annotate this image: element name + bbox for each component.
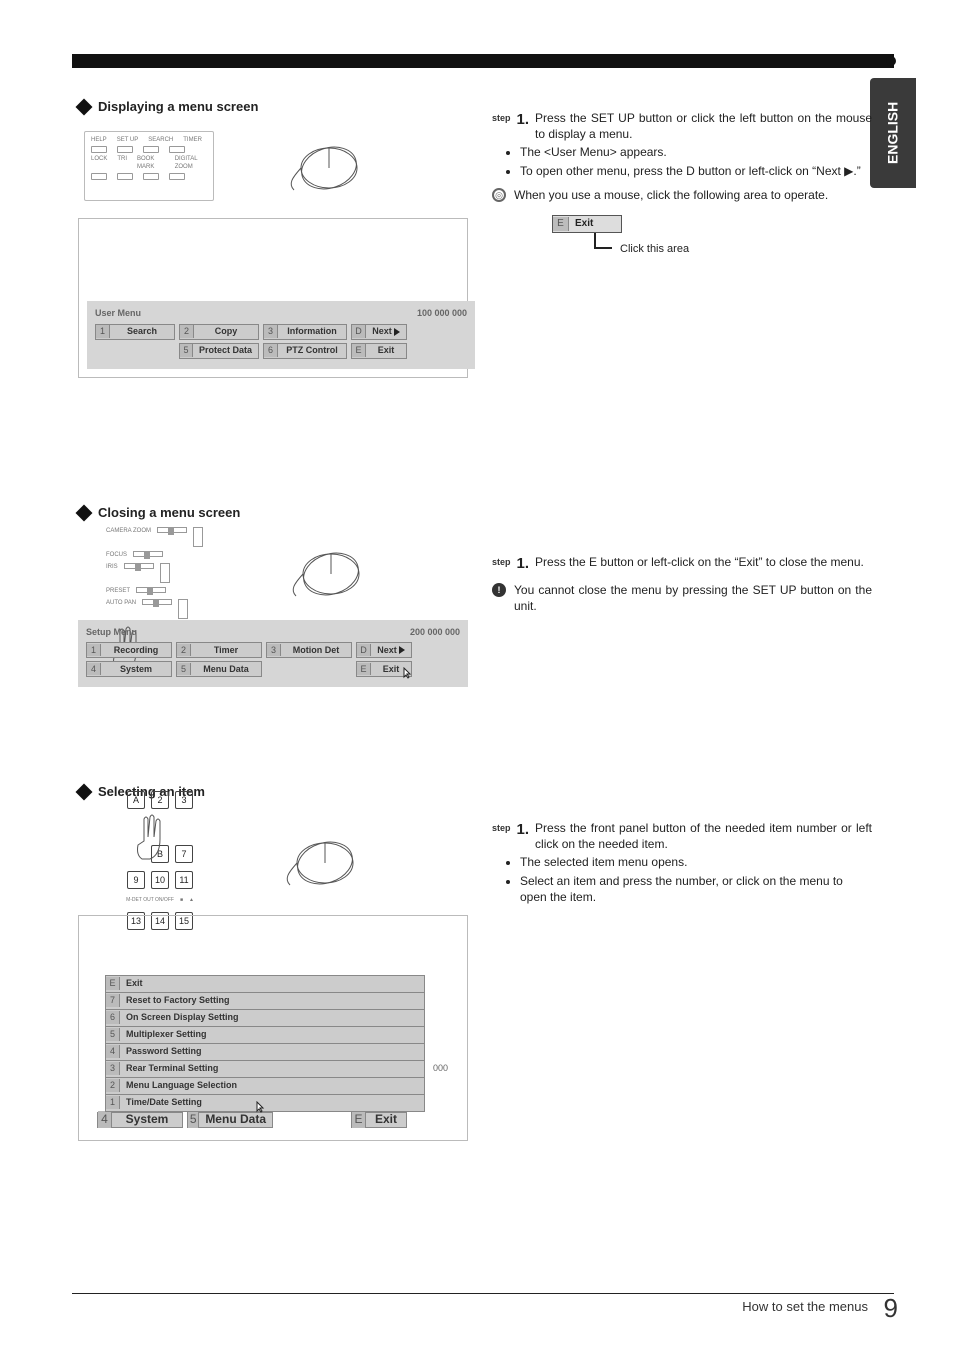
step-bullets: The selected item menu opens. Select an … bbox=[520, 854, 872, 905]
section1-title: Displaying a menu screen bbox=[98, 98, 258, 116]
menu-item[interactable]: 5Menu Data bbox=[176, 661, 262, 677]
step-number: 1. bbox=[517, 110, 530, 142]
menu-item[interactable]: 3Motion Det bbox=[266, 642, 352, 658]
menu-item[interactable]: 7Reset to Factory Setting bbox=[105, 992, 425, 1010]
step-text: Press the E button or left-click on the … bbox=[535, 554, 872, 574]
step-number: 1. bbox=[517, 820, 530, 852]
illustration-controls-mouse: CAMERA ZOOM FOCUS IRIS PRESET AUTO PAN bbox=[78, 530, 468, 620]
setup-menu-panel: Setup Menu 200 000 000 1Recording 2Timer… bbox=[78, 620, 468, 687]
footer-text: How to set the menus bbox=[742, 1298, 868, 1316]
cascading-menu-box: EExit 7Reset to Factory Setting 6On Scre… bbox=[78, 915, 468, 1141]
menu-item[interactable]: 4Password Setting bbox=[105, 1043, 425, 1061]
step-label: step bbox=[492, 820, 511, 852]
diamond-icon bbox=[76, 98, 93, 115]
menu-item[interactable]: 2Timer bbox=[176, 642, 262, 658]
cursor-icon bbox=[403, 667, 413, 679]
hand-icon bbox=[130, 811, 170, 865]
section-selecting-right: step 1. Press the front panel button of … bbox=[492, 820, 872, 911]
step-label: step bbox=[492, 110, 511, 142]
next-icon bbox=[399, 646, 405, 654]
ptz-control-sketch: CAMERA ZOOM FOCUS IRIS PRESET AUTO PAN bbox=[106, 527, 236, 617]
illustration-keypad-mouse: A23 B7 91011 M-DET OUT ON/OFF■▲ 131415 bbox=[78, 809, 468, 899]
section-selecting-left: Selecting an item A23 B7 91011 M-DET OUT… bbox=[78, 783, 468, 1141]
remote-control-sketch: HELP SET UP SEARCH TIMER LOCK TRI BOOK M… bbox=[84, 131, 214, 201]
mouse-icon bbox=[286, 544, 366, 600]
menu-item[interactable]: 6PTZ Control bbox=[263, 343, 347, 359]
warning-icon: ! bbox=[492, 583, 506, 597]
diamond-icon bbox=[76, 504, 93, 521]
illustration-remote-mouse: HELP SET UP SEARCH TIMER LOCK TRI BOOK M… bbox=[78, 124, 468, 214]
section-displaying-left: Displaying a menu screen HELP SET UP SEA… bbox=[78, 98, 468, 378]
popup-code: 000 bbox=[433, 1062, 448, 1074]
menu-item[interactable]: 4System bbox=[86, 661, 172, 677]
setup-menu-code: 200 000 000 bbox=[410, 626, 460, 638]
diamond-icon bbox=[76, 783, 93, 800]
info-icon: ◎ bbox=[492, 188, 506, 202]
menu-item[interactable]: 5Multiplexer Setting bbox=[105, 1026, 425, 1044]
step-text: Press the SET UP button or click the lef… bbox=[535, 110, 872, 142]
user-menu-title: User Menu bbox=[95, 307, 141, 319]
menu-item[interactable]: 1Time/Date Setting bbox=[105, 1094, 425, 1112]
menu-item-exit[interactable]: EExit bbox=[356, 661, 412, 677]
mouse-icon bbox=[284, 138, 364, 194]
menu-item[interactable]: 4System bbox=[97, 1112, 183, 1128]
menu-item[interactable]: 1Recording bbox=[86, 642, 172, 658]
menu-item[interactable]: 1Search bbox=[95, 324, 175, 340]
step-bullets: The <User Menu> appears. To open other m… bbox=[520, 144, 872, 178]
menu-item-exit[interactable]: EExit bbox=[351, 1112, 407, 1128]
menu-item[interactable]: 3Information bbox=[263, 324, 347, 340]
menu-item-exit[interactable]: EExit bbox=[351, 343, 407, 359]
user-menu-code: 100 000 000 bbox=[417, 307, 467, 319]
keypad-sketch: A23 B7 91011 M-DET OUT ON/OFF■▲ 131415 bbox=[100, 791, 220, 930]
user-menu-panel: User Menu 100 000 000 1Search 2Copy 3Inf… bbox=[87, 301, 475, 368]
exit-click-diagram: E Exit Click this area bbox=[552, 215, 752, 265]
step-text: Press the front panel button of the need… bbox=[535, 820, 872, 852]
menu-stack: EExit 7Reset to Factory Setting 6On Scre… bbox=[105, 975, 425, 1128]
menu-item-next[interactable]: DNext bbox=[356, 642, 412, 658]
click-area-label: Click this area bbox=[620, 242, 689, 257]
section-closing-right: step 1. Press the E button or left-click… bbox=[492, 554, 872, 615]
menu-item[interactable]: EExit bbox=[105, 975, 425, 993]
mouse-note: When you use a mouse, click the followin… bbox=[514, 187, 872, 203]
section-closing-left: Closing a menu screen CAMERA ZOOM FOCUS … bbox=[78, 504, 468, 687]
mouse-icon bbox=[280, 833, 360, 889]
menu-item[interactable]: 2Menu Language Selection bbox=[105, 1077, 425, 1095]
footer-rule bbox=[72, 1293, 894, 1294]
section2-title: Closing a menu screen bbox=[98, 504, 240, 522]
step-label: step bbox=[492, 554, 511, 574]
page-number: 9 bbox=[884, 1291, 898, 1326]
cursor-icon bbox=[256, 1101, 266, 1113]
blank-screen-box: User Menu 100 000 000 1Search 2Copy 3Inf… bbox=[78, 218, 468, 378]
menu-item[interactable]: 2Copy bbox=[179, 324, 259, 340]
exit-chip[interactable]: E Exit bbox=[552, 215, 622, 233]
language-tab: ENGLISH bbox=[870, 78, 916, 188]
menu-item[interactable]: 5Protect Data bbox=[179, 343, 259, 359]
menu-item[interactable]: 6On Screen Display Setting bbox=[105, 1009, 425, 1027]
setup-menu-title: Setup Menu bbox=[86, 626, 137, 638]
menu-item[interactable]: 5Menu Data bbox=[187, 1112, 273, 1128]
section-displaying-right: step 1. Press the SET UP button or click… bbox=[492, 110, 872, 265]
next-icon bbox=[394, 328, 400, 336]
close-note: You cannot close the menu by pressing th… bbox=[514, 582, 872, 614]
menu-item[interactable]: 3Rear Terminal Setting 000 bbox=[105, 1060, 425, 1078]
header-bar bbox=[72, 54, 894, 68]
menu-item-next[interactable]: DNext bbox=[351, 324, 407, 340]
step-number: 1. bbox=[517, 554, 530, 574]
